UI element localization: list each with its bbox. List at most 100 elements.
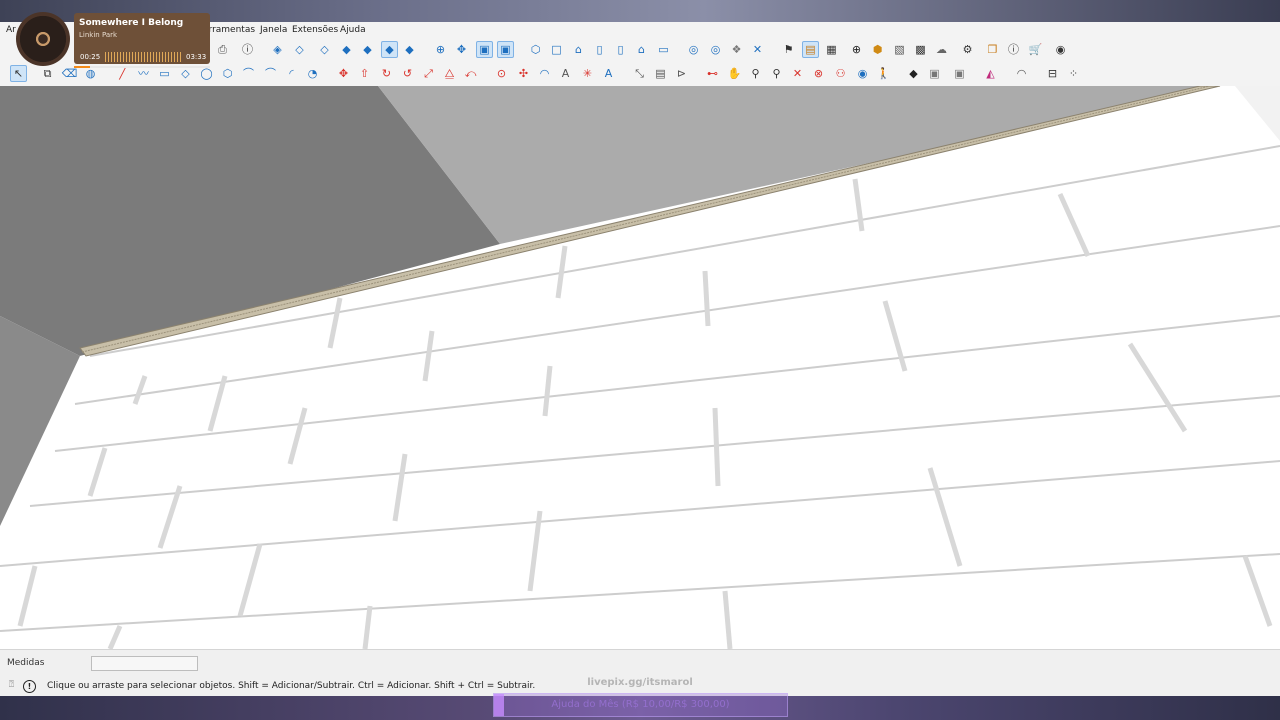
zoom-extents-icon[interactable]: ✕	[790, 66, 805, 81]
print-icon[interactable]: ⎙	[215, 42, 230, 57]
cart-icon[interactable]: 🛒	[1028, 42, 1043, 57]
tile-wall-scene	[0, 86, 1280, 649]
sandbox-icon[interactable]: ✕	[750, 42, 765, 57]
shaded-box-icon[interactable]: ▣	[952, 66, 967, 81]
walk-icon[interactable]: ⤡	[632, 66, 647, 81]
iso-view-icon[interactable]: ◈	[270, 42, 285, 57]
scale-icon[interactable]: ⤢	[421, 66, 436, 81]
protractor-icon[interactable]: ◠	[537, 66, 552, 81]
polygon-icon[interactable]: ⬡	[220, 66, 235, 81]
walk-figure-icon[interactable]: ⚇	[833, 66, 848, 81]
eraser-icon[interactable]: ⌫	[62, 66, 78, 81]
2pt-arc-icon[interactable]: ⌒	[263, 66, 278, 81]
offset-icon[interactable]: ⧋	[442, 66, 457, 81]
styles-icon[interactable]: ◎	[708, 42, 723, 57]
duration-time: 03:33	[186, 53, 207, 61]
instructor-info-icon[interactable]: !	[23, 680, 36, 693]
line-icon[interactable]: ╱	[115, 66, 130, 81]
iso-box-icon[interactable]: ⬡	[528, 42, 543, 57]
components-icon[interactable]: ❖	[729, 42, 744, 57]
left-box-icon[interactable]: ⌂	[634, 42, 649, 57]
curve-icon[interactable]: ◠	[1014, 66, 1029, 81]
front-view-icon[interactable]: ◇	[317, 42, 332, 57]
outliner-list-icon[interactable]: ▤	[653, 66, 668, 81]
top-view-icon[interactable]: ◇	[292, 42, 307, 57]
orbit-icon[interactable]: ⊕	[433, 42, 448, 57]
back-edges-icon[interactable]: ▣	[497, 41, 514, 58]
zoom-extents-icon[interactable]: ◎	[686, 42, 701, 57]
status-message: Clique ou arraste para selecionar objeto…	[47, 681, 536, 691]
right-box-icon[interactable]: ▯	[592, 42, 607, 57]
freehand-icon[interactable]: 〰	[136, 66, 151, 81]
layers-icon[interactable]: ▤	[802, 41, 819, 58]
section-icon[interactable]: ▭	[656, 42, 671, 57]
model-info-icon[interactable]: ⓘ	[240, 42, 255, 57]
tape-measure-icon[interactable]: ⊙	[494, 66, 509, 81]
walk-person-icon[interactable]: 🚶	[876, 66, 891, 81]
shaded-textures-icon[interactable]: ◆	[402, 42, 417, 57]
music-player-widget: Somewhere I Belong Linkin Park 00:25 03:…	[16, 12, 210, 68]
zoom-window-icon[interactable]: ⚲	[769, 66, 784, 81]
pan-hand-icon[interactable]: ✋	[727, 66, 742, 81]
house-front-icon[interactable]: ⌂	[571, 42, 586, 57]
geo-location-icon[interactable]: ▧	[892, 42, 907, 57]
info-icon[interactable]: ⓘ	[1006, 42, 1021, 57]
box-icon[interactable]: ▣	[927, 66, 942, 81]
photo-texture-icon[interactable]: ▦	[824, 42, 839, 57]
text-icon[interactable]: A	[558, 66, 573, 81]
add-location-icon[interactable]: ⊕	[849, 42, 864, 57]
back-view-icon[interactable]: ◆	[360, 42, 375, 57]
menu-item-window[interactable]: Janela	[260, 25, 287, 35]
follow-me-icon[interactable]: ↺	[400, 66, 415, 81]
orbit-red-icon[interactable]: ⊷	[705, 66, 720, 81]
paint-bucket-icon[interactable]: ◍	[83, 66, 98, 81]
checker-icon[interactable]: ▩	[913, 42, 928, 57]
settings-icon[interactable]: ⚙	[960, 42, 975, 57]
flip-icon[interactable]: ⤺	[463, 66, 478, 81]
zoom-icon[interactable]: ⚲	[748, 66, 763, 81]
song-artist: Linkin Park	[79, 31, 118, 39]
elapsed-time: 00:25	[80, 53, 101, 61]
position-camera-icon[interactable]: ⊗	[811, 66, 826, 81]
window-icon[interactable]: ❐	[985, 42, 1000, 57]
warehouse-icon[interactable]: ⬢	[870, 42, 885, 57]
right-view-icon[interactable]: ◆	[339, 42, 354, 57]
arc-icon[interactable]: ⌒	[241, 66, 256, 81]
rotate-icon[interactable]: ↻	[379, 66, 394, 81]
axes-icon[interactable]: ✳	[580, 66, 595, 81]
3d-text-icon[interactable]: A	[601, 66, 616, 81]
progress-track	[74, 66, 210, 68]
menu-item-tools-partial[interactable]: erramentas	[203, 25, 255, 35]
perspective-icon[interactable]: ◆	[906, 66, 921, 81]
top-box-icon[interactable]: □	[549, 42, 564, 57]
mirror-icon[interactable]: ◭	[983, 66, 998, 81]
menu-item-help[interactable]: Ajuda	[340, 25, 366, 35]
move-icon[interactable]: ✥	[336, 66, 351, 81]
look-around-icon[interactable]: ◉	[855, 66, 870, 81]
outliner-icon[interactable]: ⚑	[781, 42, 796, 57]
select-icon[interactable]: ↖	[10, 65, 27, 82]
cloud-icon[interactable]: ☁	[934, 42, 949, 57]
rotated-rectangle-icon[interactable]: ◇	[178, 66, 193, 81]
make-component-icon[interactable]: ⧉	[40, 66, 55, 81]
measurements-input[interactable]	[91, 656, 198, 671]
dimension-icon[interactable]: ✣	[516, 66, 531, 81]
menu-item-file-partial[interactable]: Ar	[6, 25, 16, 35]
xray-icon[interactable]: ▣	[476, 41, 493, 58]
shaded-icon[interactable]: ◆	[381, 41, 398, 58]
push-pull-icon[interactable]: ⇧	[357, 66, 372, 81]
menu-item-extensions[interactable]: Extensões	[292, 25, 338, 35]
previous-view-icon[interactable]: ⊳	[674, 66, 689, 81]
pie-icon[interactable]: ◔	[305, 66, 320, 81]
account-icon[interactable]: ◉	[1053, 42, 1068, 57]
expand-icon[interactable]: ⁘	[1066, 66, 1081, 81]
back-box-icon[interactable]: ▯	[613, 42, 628, 57]
3d-viewport[interactable]	[0, 86, 1280, 649]
3pt-arc-icon[interactable]: ◜	[284, 66, 299, 81]
geo-status-icon[interactable]: ⍰	[6, 680, 17, 691]
rectangle-icon[interactable]: ▭	[157, 66, 172, 81]
circle-icon[interactable]: ◯	[199, 66, 214, 81]
measurements-bar: Medidas	[0, 649, 1280, 676]
pan-icon[interactable]: ✥	[454, 42, 469, 57]
dimension-tool-icon[interactable]: ⊟	[1045, 66, 1060, 81]
